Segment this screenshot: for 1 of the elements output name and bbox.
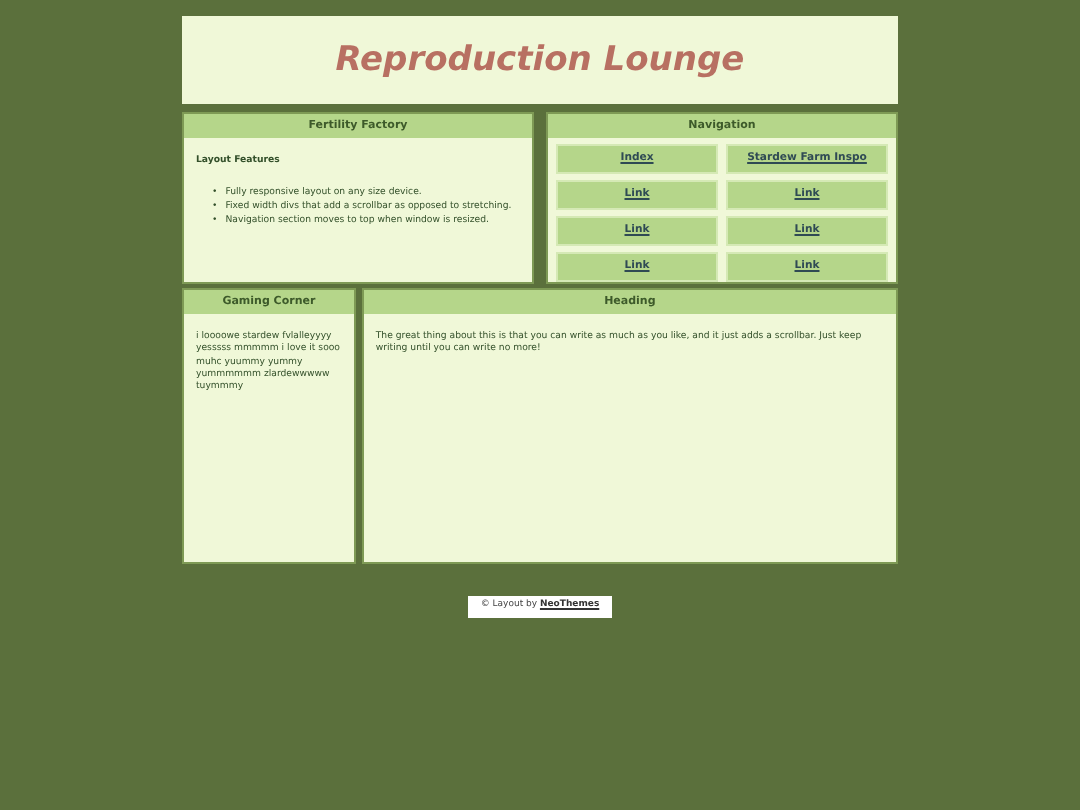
site-title: Reproduction Lounge — [335, 39, 745, 81]
